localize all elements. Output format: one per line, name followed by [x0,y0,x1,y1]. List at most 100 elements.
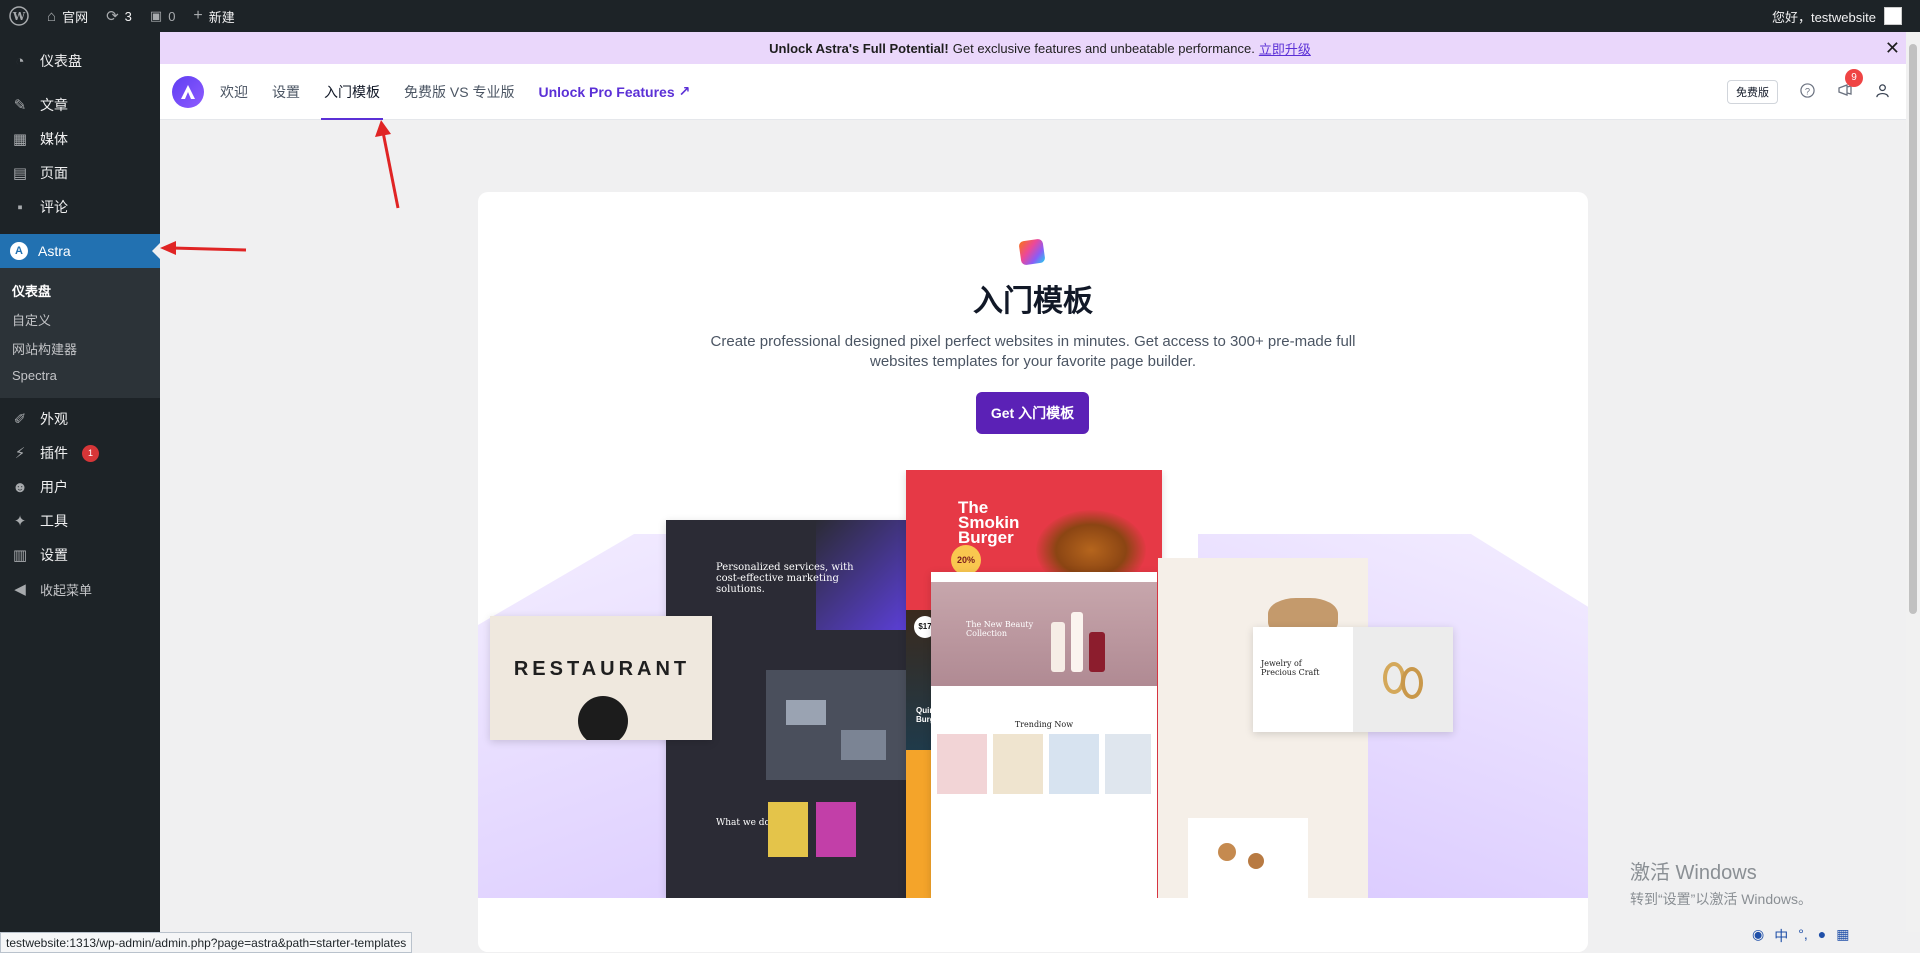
product-4 [1105,734,1151,794]
ime-punct-icon[interactable]: °, [1798,926,1808,946]
restaurant-plate [578,696,628,740]
product-1 [937,734,987,794]
ime-grid-icon[interactable]: ▦ [1836,926,1849,946]
my-account[interactable]: 您好，testwebsite [1772,7,1920,26]
menu-label: 设置 [40,547,68,563]
close-icon[interactable]: ✕ [1885,38,1900,59]
starter-templates-icon [1018,238,1046,266]
menu-users[interactable]: ☻ 用户 [0,470,160,504]
burger-offer-badge: 20% [951,545,981,575]
bottle-3 [1089,632,1105,672]
menu-dashboard[interactable]: ◔ 仪表盘 [0,44,160,78]
comment-icon: ▣ [149,8,163,23]
megaphone-icon[interactable]: 9 [1837,69,1863,101]
card-footer [478,898,1588,952]
astra-logo-icon [181,84,195,99]
menu-label: 外观 [40,411,68,427]
agency-headline: Personalized services, with cost-effecti… [716,562,854,595]
ime-logo-icon[interactable]: ◉ [1752,926,1764,946]
menu-pages[interactable]: ▤ 页面 [0,156,160,190]
template-beauty[interactable]: The New Beauty Collection Trending Now [931,572,1157,898]
template-jewelry[interactable]: Jewelry of Precious Craft [1253,627,1453,732]
product-2 [993,734,1043,794]
menu-comments[interactable]: ▪ 评论 [0,190,160,224]
agency-desk-photo [766,670,906,780]
submenu-dashboard[interactable]: 仪表盘 [0,275,160,304]
template-restaurant[interactable]: RESTAURANT [490,616,712,740]
menu-label: 页面 [40,165,68,181]
jewelry-headline: Jewelry of Precious Craft [1261,659,1320,677]
menu-appearance[interactable]: ✐ 外观 [0,402,160,436]
upgrade-link[interactable]: 立即升级 [1259,39,1311,58]
submenu-site-builder[interactable]: 网站构建器 [0,333,160,362]
settings-icon: ▥ [12,547,28,564]
refresh-icon: ⟳ [106,8,119,25]
unlock-pro-link[interactable]: Unlock Pro Features ↗ [538,83,690,100]
nav-right: 免费版 ? 9 [1727,69,1920,104]
site-name: 官网 [62,9,89,25]
burger-title: The Smokin Burger [958,498,1020,547]
new-content-link[interactable]: + 新建 [184,0,243,32]
notification-badge: 9 [1845,69,1863,87]
site-name-link[interactable]: ⌂ 官网 [38,0,97,32]
menu-label: 插件 [40,445,68,461]
menu-label: 媒体 [40,131,68,147]
wordpress-icon: W [9,6,29,26]
dashboard-icon: ◔ [15,52,25,70]
updates-count: 3 [124,8,132,24]
bottle-2 [1071,612,1083,672]
menu-plugins[interactable]: ⚡ 插件 1 [0,436,160,470]
watermark-title: 激活 Windows [1630,862,1757,884]
starter-templates-card: 入门模板 Create professional designed pixel … [478,192,1588,952]
admin-sidebar: ◔ 仪表盘 ✎ 文章 ▦ 媒体 ▤ 页面 ▪ 评论 A Astra 仪表盘 自定… [0,32,160,953]
agency-card-1 [768,802,808,857]
submenu-customize[interactable]: 自定义 [0,304,160,333]
bottle-1 [1051,622,1065,672]
submenu-spectra[interactable]: Spectra [0,362,160,391]
collapse-icon: ◀ [14,581,26,598]
ime-mic-icon[interactable]: ● [1818,926,1826,946]
help-icon[interactable]: ? [1800,82,1815,101]
home-icon: ⌂ [47,7,57,25]
user-icon[interactable] [1875,83,1890,101]
beauty-trending: Trending Now [1014,720,1074,729]
tab-welcome[interactable]: 欢迎 [220,64,248,120]
menu-astra[interactable]: A Astra [0,234,160,268]
menu-media[interactable]: ▦ 媒体 [0,122,160,156]
menu-label: 工具 [40,513,68,529]
watermark-subtitle: 转到“设置”以激活 Windows。 [1630,891,1813,907]
brush-icon: ✐ [13,411,27,428]
agency-what-we-do: What we do [716,818,770,828]
astra-logo[interactable] [172,75,204,108]
plan-badge[interactable]: 免费版 [1727,79,1778,104]
tab-free-vs-pro[interactable]: 免费版 VS 专业版 [404,64,514,120]
menu-settings[interactable]: ▥ 设置 [0,538,160,572]
admin-bar: W ⌂ 官网 ⟳ 3 ▣ 0 + 新建 您好，testwebsite [0,0,1920,32]
scrollbar-thumb[interactable] [1909,44,1917,614]
tab-starter-templates[interactable]: 入门模板 [321,64,383,120]
ime-toolbar: ◉ 中 °, ● ▦ [1752,926,1849,946]
updates-link[interactable]: ⟳ 3 [97,0,141,32]
menu-label: 用户 [40,479,68,495]
user-icon: ☻ [12,478,28,496]
collapse-menu[interactable]: ◀ 收起菜单 [0,572,160,606]
beauty-headline: The New Beauty Collection [966,620,1034,638]
comments-count: 0 [168,8,176,24]
vertical-scrollbar[interactable] [1906,32,1920,932]
plus-icon: + [193,7,203,24]
promo-bold: Unlock Astra's Full Potential! [769,40,949,56]
menu-label: 收起菜单 [40,582,93,598]
astra-icon: A [10,242,28,260]
comments-link[interactable]: ▣ 0 [141,0,185,32]
windows-activation-watermark: 激活 Windows 转到“设置”以激活 Windows。 [1630,856,1812,909]
media-icon: ▦ [12,131,28,148]
menu-tools[interactable]: ✦ 工具 [0,504,160,538]
greeting: 您好，testwebsite [1771,9,1876,25]
tab-settings[interactable]: 设置 [272,64,300,120]
ime-language[interactable]: 中 [1774,926,1788,946]
menu-posts[interactable]: ✎ 文章 [0,88,160,122]
plugins-update-badge: 1 [82,444,99,462]
get-starter-templates-button[interactable]: Get 入门模板 [976,392,1089,434]
wp-logo[interactable]: W [0,0,38,32]
menu-label: 仪表盘 [40,53,82,69]
